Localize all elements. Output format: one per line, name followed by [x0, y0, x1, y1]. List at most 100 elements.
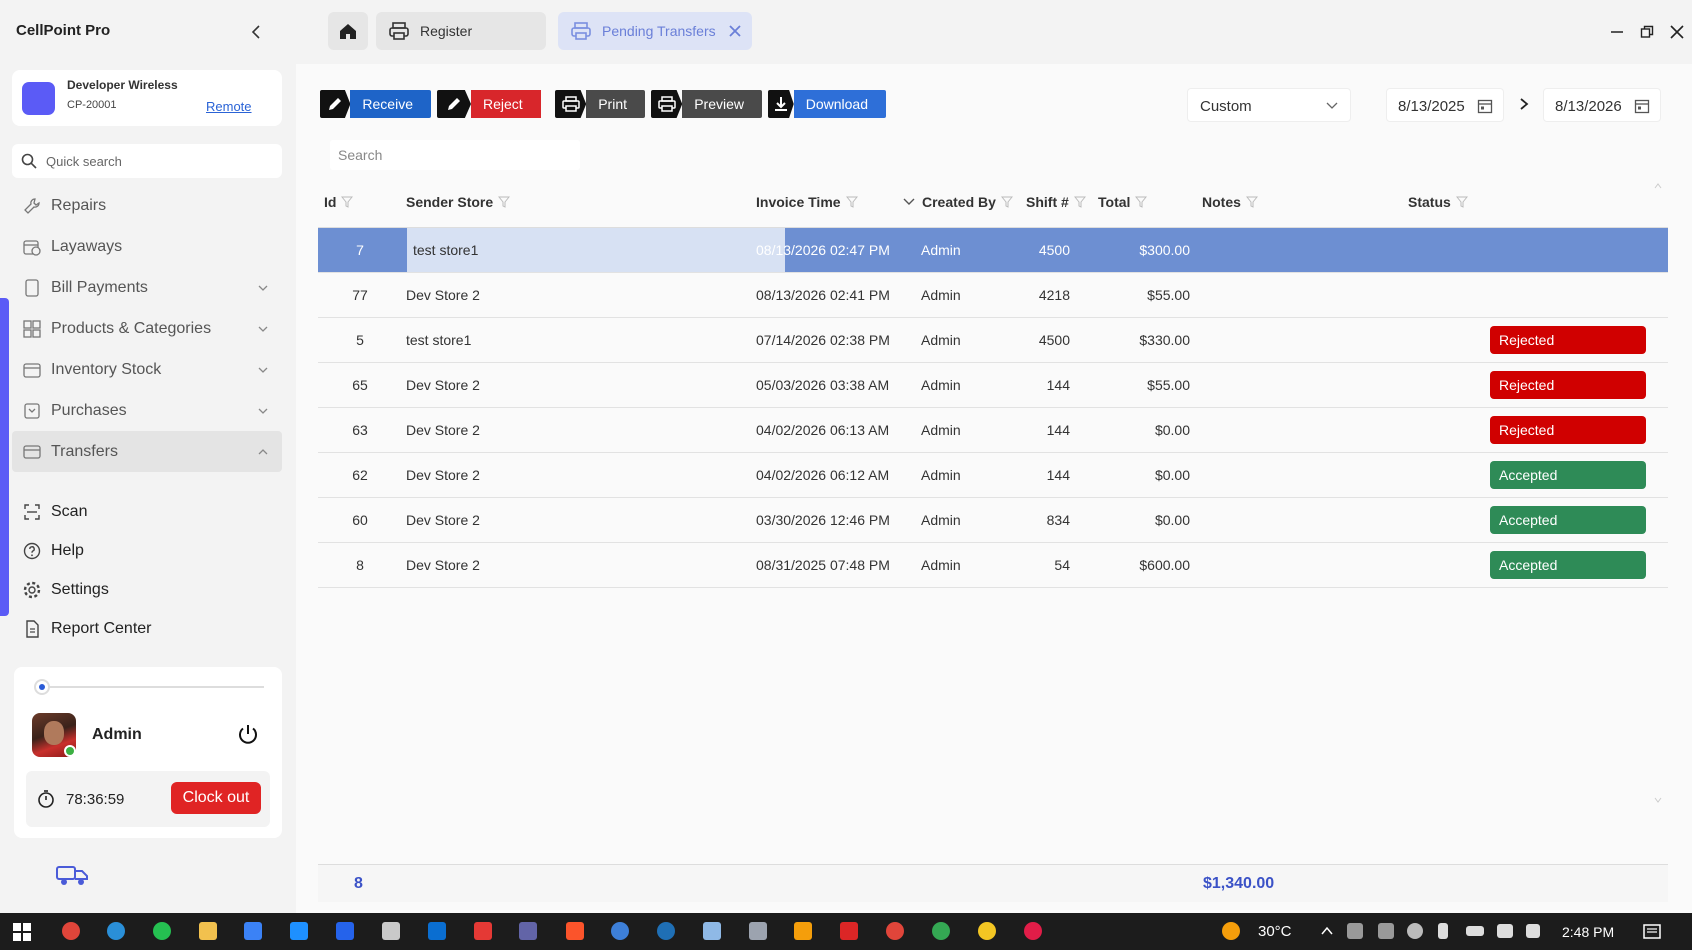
- filter-icon[interactable]: [1135, 196, 1148, 208]
- power-button[interactable]: [236, 722, 260, 746]
- weather-icon[interactable]: [1222, 922, 1240, 940]
- volume-icon[interactable]: [1526, 924, 1540, 938]
- tab-pending-transfers[interactable]: Pending Transfers: [558, 12, 752, 50]
- selected-cell[interactable]: test store1: [407, 228, 785, 272]
- windows-start-icon[interactable]: [12, 922, 32, 942]
- calendar-icon[interactable]: [1477, 98, 1493, 114]
- app-icon[interactable]: [611, 922, 629, 940]
- app-icon[interactable]: [474, 922, 492, 940]
- column-header-total[interactable]: Total: [1098, 194, 1148, 210]
- sidebar-item-purchases[interactable]: Purchases: [12, 390, 282, 431]
- grid-search[interactable]: [330, 140, 580, 170]
- table-row[interactable]: 63 Dev Store 2 04/02/2026 06:13 AM Admin 144…: [318, 408, 1668, 453]
- battery-icon[interactable]: [1466, 926, 1484, 936]
- notification-icon[interactable]: [1642, 922, 1662, 942]
- download-button[interactable]: Download: [768, 90, 886, 118]
- preview-button[interactable]: Preview: [651, 90, 762, 118]
- restore-button[interactable]: [1632, 18, 1662, 46]
- chrome-icon[interactable]: [932, 922, 950, 940]
- home-button[interactable]: [328, 12, 368, 50]
- remote-link[interactable]: Remote: [206, 99, 252, 114]
- table-row[interactable]: 60 Dev Store 2 03/30/2026 12:46 PM Admin 834…: [318, 498, 1668, 543]
- sidebar-item-repairs[interactable]: Repairs: [12, 185, 282, 226]
- sort-chevron-icon[interactable]: [903, 197, 915, 207]
- close-icon[interactable]: [728, 24, 742, 38]
- tab-register[interactable]: Register: [376, 12, 546, 50]
- collapse-sidebar-button[interactable]: [247, 22, 267, 42]
- edge-icon[interactable]: [657, 922, 675, 940]
- column-header-status[interactable]: Status: [1408, 194, 1468, 210]
- column-header-notes[interactable]: Notes: [1202, 194, 1258, 210]
- column-header-shift[interactable]: Shift #: [1026, 194, 1086, 210]
- sidebar-item-scan[interactable]: Scan: [12, 492, 282, 531]
- edge-icon[interactable]: [107, 922, 125, 940]
- column-header-invoice-time[interactable]: Invoice Time: [756, 194, 915, 210]
- outlook-icon[interactable]: [428, 922, 446, 940]
- table-row[interactable]: 65 Dev Store 2 05/03/2026 03:38 AM Admin 144…: [318, 363, 1668, 408]
- table-row[interactable]: 8 Dev Store 2 08/31/2025 07:48 PM Admin 54 $6…: [318, 543, 1668, 588]
- app-icon[interactable]: [290, 922, 308, 940]
- sidebar-item-bill-payments[interactable]: Bill Payments: [12, 267, 282, 308]
- notepad-icon[interactable]: [703, 922, 721, 940]
- receive-button[interactable]: Receive: [320, 90, 431, 118]
- sidebar-item-layaways[interactable]: Layaways: [12, 226, 282, 267]
- sidebar-item-transfers[interactable]: Transfers: [12, 431, 282, 472]
- clock-out-button[interactable]: Clock out: [171, 782, 261, 814]
- filter-icon[interactable]: [845, 196, 858, 208]
- whatsapp-icon[interactable]: [153, 922, 171, 940]
- date-from-field[interactable]: 8/13/2025: [1386, 88, 1504, 122]
- sidebar-item-help[interactable]: Help: [12, 531, 282, 570]
- table-row[interactable]: 5 test store1 07/14/2026 02:38 PM Admin 4500…: [318, 318, 1668, 363]
- table-row[interactable]: 77 Dev Store 2 08/13/2026 02:41 PM Admin 421…: [318, 273, 1668, 318]
- chrome-icon[interactable]: [62, 922, 80, 940]
- table-row[interactable]: 7 test store1 08/13/2026 02:47 PM Admin 4500…: [318, 228, 1668, 273]
- chevron-up-icon[interactable]: [1320, 925, 1334, 937]
- tray-icon[interactable]: [1378, 923, 1394, 939]
- minimize-button[interactable]: [1602, 18, 1632, 46]
- onedrive-icon[interactable]: [1407, 923, 1423, 939]
- column-header-created-by[interactable]: Created By: [922, 194, 1013, 210]
- filter-icon[interactable]: [341, 196, 354, 208]
- sidebar-item-inventory-stock[interactable]: Inventory Stock: [12, 349, 282, 390]
- teams-icon[interactable]: [519, 922, 537, 940]
- sidebar-item-settings[interactable]: Settings: [12, 570, 282, 609]
- table-row[interactable]: 62 Dev Store 2 04/02/2026 06:12 AM Admin 144…: [318, 453, 1668, 498]
- calculator-icon[interactable]: [749, 922, 767, 940]
- truck-icon[interactable]: [54, 862, 90, 888]
- recorder-icon[interactable]: [1024, 922, 1042, 940]
- filter-icon[interactable]: [1245, 196, 1258, 208]
- weather-temperature[interactable]: 30°C: [1258, 923, 1292, 940]
- grid-search-input[interactable]: [330, 140, 580, 170]
- app-icon[interactable]: [840, 922, 858, 940]
- close-window-button[interactable]: [1662, 18, 1692, 46]
- vertical-scrollbar[interactable]: [1651, 178, 1665, 808]
- chevron-down-icon: [258, 326, 268, 332]
- slider-knob[interactable]: [34, 679, 50, 695]
- sidebar-item-products-categories[interactable]: Products & Categories: [12, 308, 282, 349]
- microphone-icon[interactable]: [1438, 923, 1448, 939]
- file-explorer-icon[interactable]: [199, 922, 217, 940]
- column-header-id[interactable]: Id: [324, 194, 354, 210]
- reject-button[interactable]: Reject: [437, 90, 549, 118]
- rdp-icon[interactable]: [336, 922, 354, 940]
- date-to-field[interactable]: 8/13/2026: [1543, 88, 1661, 122]
- filter-icon[interactable]: [1073, 196, 1086, 208]
- filter-icon[interactable]: [498, 196, 511, 208]
- app-icon[interactable]: [794, 922, 812, 940]
- filter-icon[interactable]: [1455, 196, 1468, 208]
- brave-icon[interactable]: [566, 922, 584, 940]
- store-icon[interactable]: [244, 922, 262, 940]
- chrome-icon[interactable]: [886, 922, 904, 940]
- quick-search[interactable]: Quick search: [12, 144, 282, 178]
- taskbar-clock[interactable]: 2:48 PM: [1562, 924, 1614, 940]
- filter-icon[interactable]: [1000, 196, 1013, 208]
- column-header-sender-store[interactable]: Sender Store: [406, 194, 511, 210]
- network-icon[interactable]: [1497, 924, 1513, 938]
- print-button[interactable]: Print: [555, 90, 645, 118]
- sidebar-item-report-center[interactable]: Report Center: [12, 609, 282, 648]
- date-range-select[interactable]: Custom: [1187, 88, 1351, 122]
- printer-tray-icon[interactable]: [1347, 923, 1363, 939]
- app-icon[interactable]: [382, 922, 400, 940]
- calendar-icon[interactable]: [1634, 98, 1650, 114]
- moon-app-icon[interactable]: [978, 922, 996, 940]
